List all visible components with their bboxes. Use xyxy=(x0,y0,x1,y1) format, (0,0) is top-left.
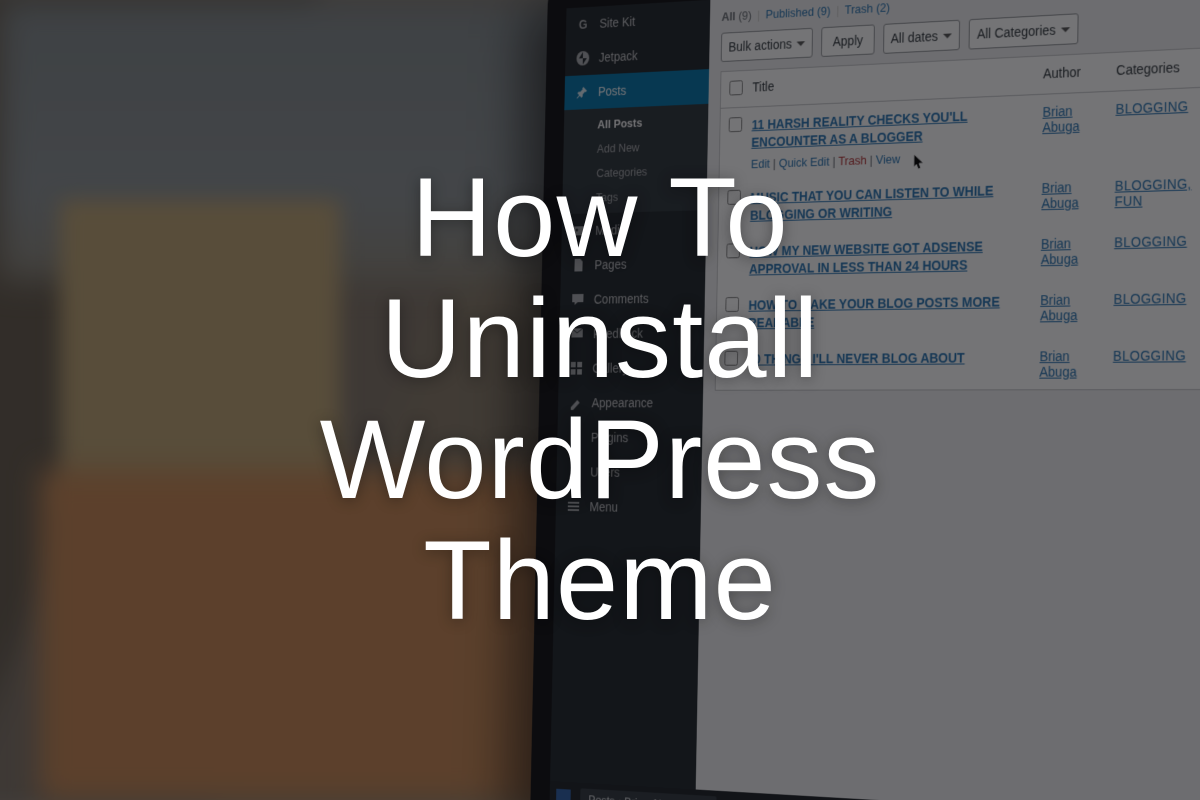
headline-text: How To Uninstall WordPress Theme xyxy=(0,0,1200,800)
